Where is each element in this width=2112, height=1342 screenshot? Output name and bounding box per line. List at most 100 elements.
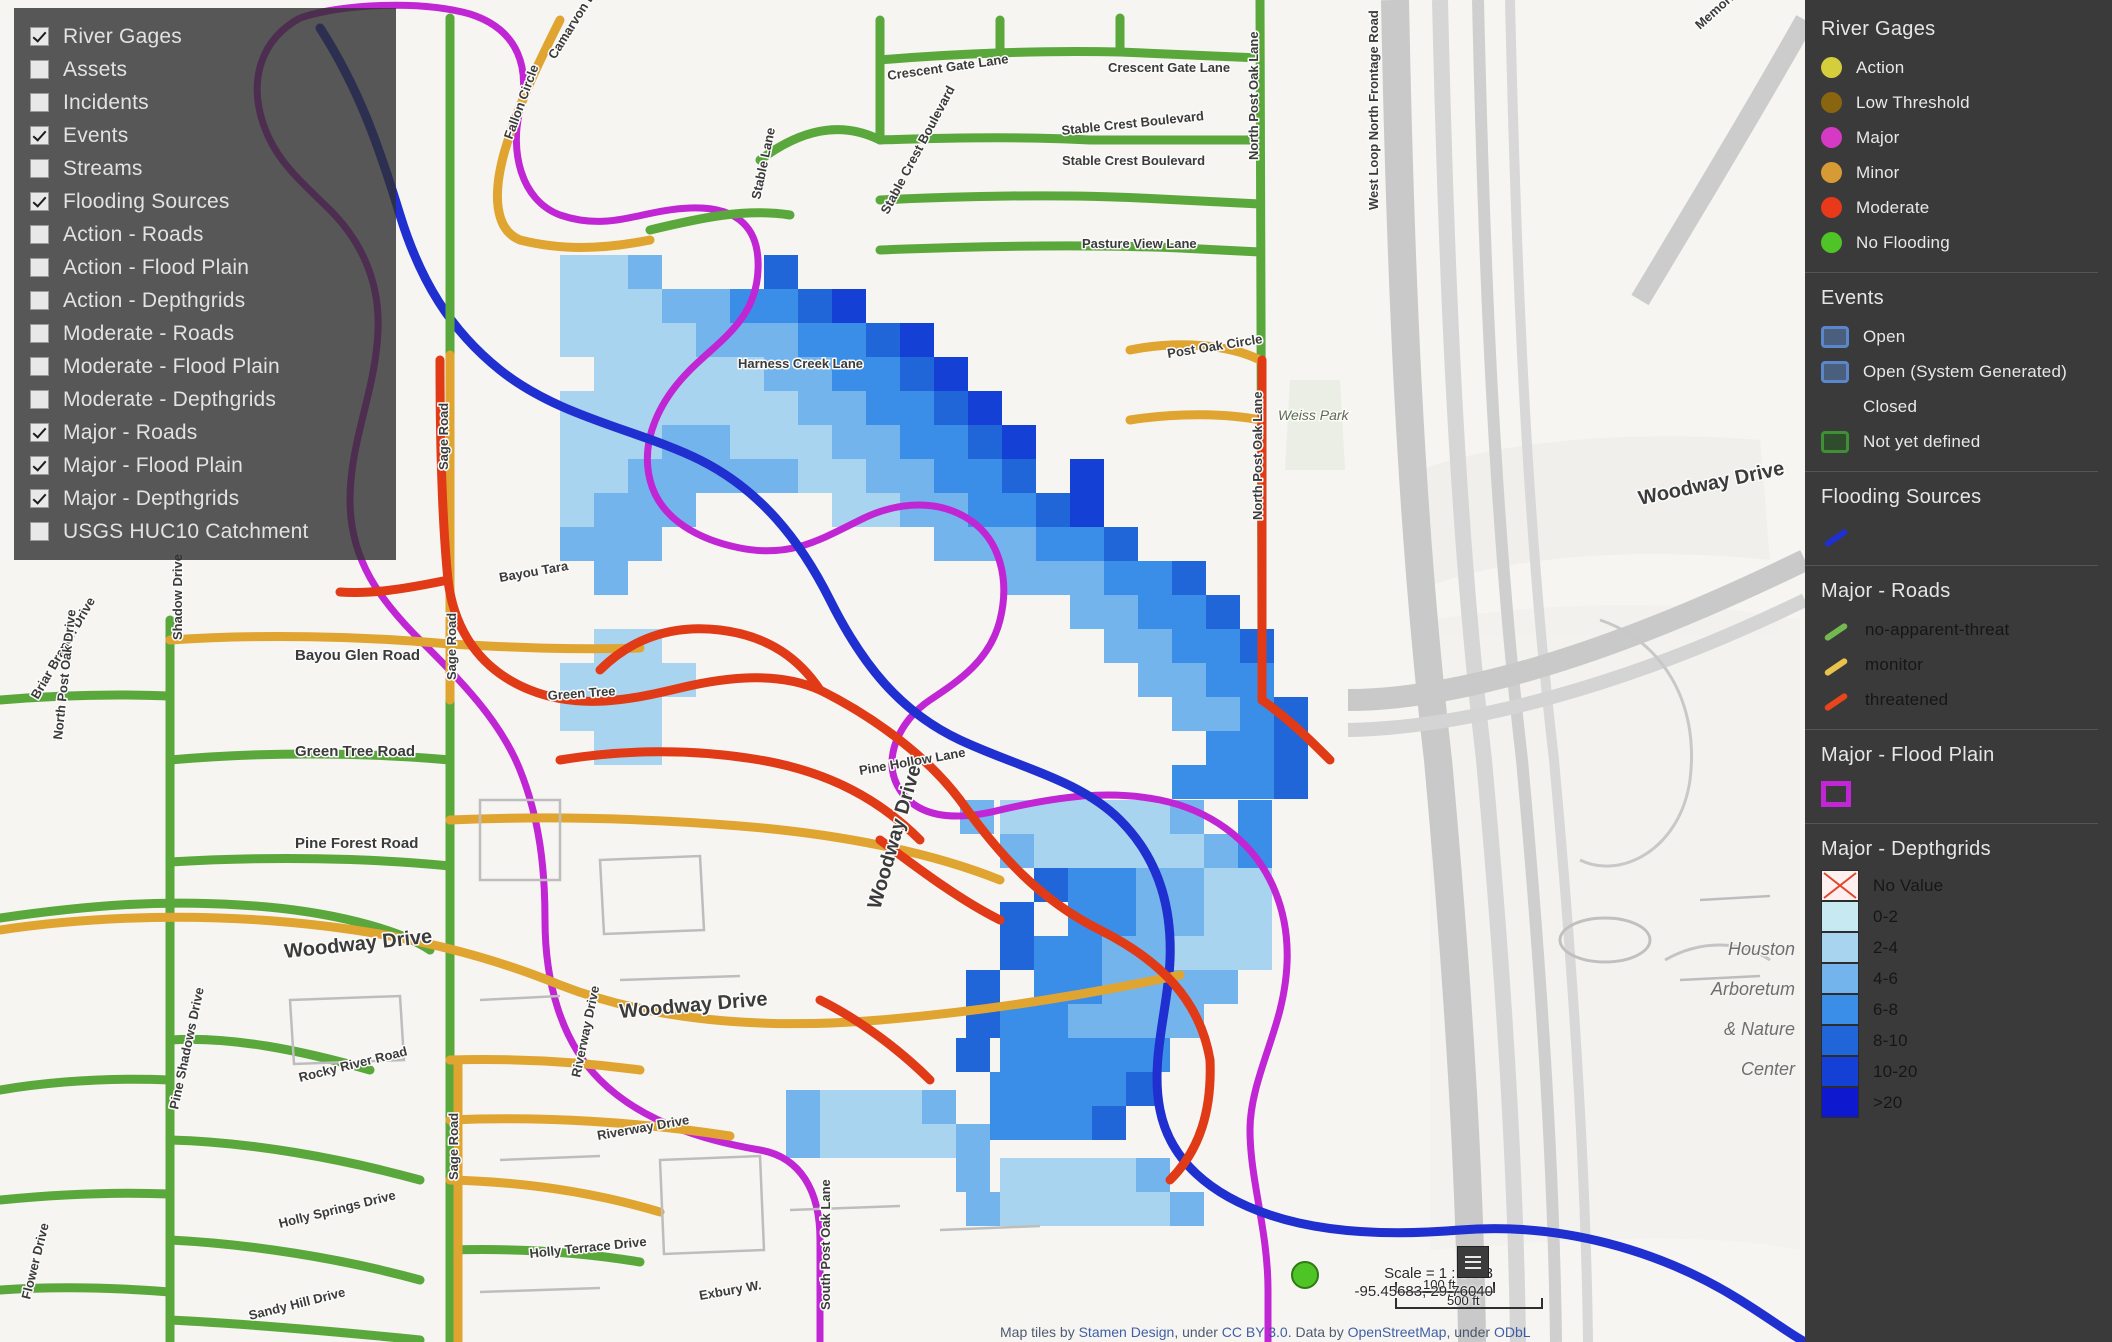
- map-label: Bayou Glen Road: [295, 647, 420, 664]
- layer-checkbox-7[interactable]: [30, 258, 49, 277]
- layer-checkbox-4[interactable]: [30, 159, 49, 178]
- layer-checkbox-3[interactable]: [30, 126, 49, 145]
- layer-checkbox-5[interactable]: [30, 192, 49, 211]
- layer-row-river-gages[interactable]: River Gages: [30, 20, 386, 53]
- layer-checkbox-15[interactable]: [30, 522, 49, 541]
- layer-checkbox-12[interactable]: [30, 423, 49, 442]
- legend-depth-item: No Value: [1821, 870, 2112, 901]
- layer-checkbox-2[interactable]: [30, 93, 49, 112]
- map-label: Weiss Park: [1278, 407, 1350, 423]
- attribution-stamen-link[interactable]: Stamen Design: [1079, 1324, 1175, 1340]
- gage-dot-icon: [1821, 127, 1842, 148]
- layer-row-major-roads[interactable]: Major - Roads: [30, 416, 386, 449]
- legend-line-item: monitor: [1821, 647, 2112, 682]
- event-box-icon: [1821, 325, 1849, 348]
- map-label: Pasture View Lane: [1082, 236, 1197, 251]
- layer-checkbox-6[interactable]: [30, 225, 49, 244]
- legend-divider: [1805, 272, 2098, 273]
- layer-row-moderate-flood-plain[interactable]: Moderate - Flood Plain: [30, 350, 386, 383]
- layer-checkbox-1[interactable]: [30, 60, 49, 79]
- attribution-prefix: Map tiles by: [1000, 1324, 1075, 1340]
- legend-label: Action: [1856, 57, 1905, 77]
- event-box-icon: [1821, 396, 1849, 418]
- legend-gage-item: Action: [1821, 50, 2112, 85]
- map-label: Sage Road: [436, 403, 451, 470]
- map-attribution: Map tiles by Stamen Design, under CC BY …: [1000, 1324, 1531, 1340]
- legend-label: Open: [1863, 326, 1906, 346]
- layer-control-panel[interactable]: River Gages Assets Incidents Events Streams F…: [14, 8, 396, 560]
- legend-event-item: Closed: [1821, 389, 2112, 424]
- layer-row-major-flood-plain[interactable]: Major - Flood Plain: [30, 449, 386, 482]
- gage-dot-icon: [1821, 92, 1842, 113]
- legend-title-major-flood-plain: Major - Flood Plain: [1821, 744, 1995, 766]
- legend-section-flooding-sources: Flooding Sources: [1805, 486, 2112, 553]
- map-label: Crescent Gate Lane: [1108, 60, 1230, 75]
- layer-row-assets[interactable]: Assets: [30, 53, 386, 86]
- legend-event-item: Not yet defined: [1821, 424, 2112, 459]
- legend-label: >20: [1873, 1092, 1903, 1112]
- layer-row-action-flood-plain[interactable]: Action - Flood Plain: [30, 251, 386, 284]
- legend-label: 4-6: [1873, 968, 1899, 988]
- legend-label: Not yet defined: [1863, 431, 1981, 451]
- map-label: Sage Road: [444, 613, 459, 680]
- legend-gage-item: Moderate: [1821, 190, 2112, 225]
- layer-checkbox-14[interactable]: [30, 489, 49, 508]
- layer-row-major-depthgrids[interactable]: Major - Depthgrids: [30, 482, 386, 515]
- layer-checkbox-13[interactable]: [30, 456, 49, 475]
- layer-label: Flooding Sources: [63, 189, 230, 213]
- legend-divider: [1805, 565, 2098, 566]
- layer-row-streams[interactable]: Streams: [30, 152, 386, 185]
- legend-title-major-depthgrids: Major - Depthgrids: [1821, 838, 1991, 860]
- legend-title-flooding-sources: Flooding Sources: [1821, 486, 1982, 508]
- legend-depth-item: 10-20: [1821, 1056, 2112, 1087]
- layer-label: Streams: [63, 156, 143, 180]
- layer-row-action-roads[interactable]: Action - Roads: [30, 218, 386, 251]
- map-label: Green Tree Road: [295, 743, 415, 760]
- gage-dot-icon: [1821, 57, 1842, 78]
- attribution-mid: , under: [1174, 1324, 1218, 1340]
- layer-checkbox-9[interactable]: [30, 324, 49, 343]
- layer-row-flooding-sources[interactable]: Flooding Sources: [30, 185, 386, 218]
- legend-polygon-item: [1821, 776, 2112, 811]
- gage-dot-icon: [1821, 162, 1842, 183]
- legend-gage-item: Minor: [1821, 155, 2112, 190]
- legend-section-major-flood-plain: Major - Flood Plain: [1805, 744, 2112, 811]
- depth-swatch-icon: [1821, 1056, 1859, 1087]
- legend-toggle-button[interactable]: [1457, 1246, 1489, 1278]
- layer-checkbox-11[interactable]: [30, 390, 49, 409]
- layer-label: Major - Flood Plain: [63, 453, 244, 477]
- layer-row-incidents[interactable]: Incidents: [30, 86, 386, 119]
- map-label: Sage Road: [446, 1113, 461, 1180]
- layer-checkbox-0[interactable]: [30, 27, 49, 46]
- layer-label: Moderate - Flood Plain: [63, 354, 280, 378]
- map-label: South Post Oak Lane: [818, 1179, 833, 1310]
- layer-row-moderate-depthgrids[interactable]: Moderate - Depthgrids: [30, 383, 386, 416]
- layer-row-moderate-roads[interactable]: Moderate - Roads: [30, 317, 386, 350]
- layer-label: Action - Depthgrids: [63, 288, 246, 312]
- layer-row-events[interactable]: Events: [30, 119, 386, 152]
- line-symbol-icon: [1821, 654, 1851, 677]
- attribution-odbl-link[interactable]: ODbL: [1494, 1324, 1531, 1340]
- layer-label: Major - Roads: [63, 420, 198, 444]
- depth-swatch-icon: [1821, 963, 1859, 994]
- legend-line-item: no-apparent-threat: [1821, 612, 2112, 647]
- layer-checkbox-10[interactable]: [30, 357, 49, 376]
- event-box-icon: [1821, 430, 1849, 453]
- legend-items-major-depthgrids: No Value 0-2 2-4 4-6 6-8 8-10 10-20 >20: [1821, 870, 2112, 1118]
- attribution-osm-link[interactable]: OpenStreetMap: [1348, 1324, 1447, 1340]
- layer-row-action-depthgrids[interactable]: Action - Depthgrids: [30, 284, 386, 317]
- layer-label: USGS HUC10 Catchment: [63, 519, 309, 543]
- attribution-license-link[interactable]: CC BY 3.0: [1222, 1324, 1288, 1340]
- river-gage-marker[interactable]: [1291, 1261, 1319, 1289]
- legend-label: Minor: [1856, 162, 1900, 182]
- legend-label: 2-4: [1873, 937, 1899, 957]
- layer-label: Incidents: [63, 90, 149, 114]
- arboretum-label-line: & Nature: [1724, 1019, 1795, 1039]
- attribution-data: . Data by: [1287, 1324, 1344, 1340]
- legend-section-events: Events Open Open (System Generated) Closed…: [1805, 287, 2112, 459]
- map-label: Pine Forest Road: [295, 835, 418, 852]
- legend-title-events: Events: [1821, 287, 1884, 309]
- legend-depth-item: >20: [1821, 1087, 2112, 1118]
- layer-row-usgs-huc10-catchment[interactable]: USGS HUC10 Catchment: [30, 515, 386, 548]
- layer-checkbox-8[interactable]: [30, 291, 49, 310]
